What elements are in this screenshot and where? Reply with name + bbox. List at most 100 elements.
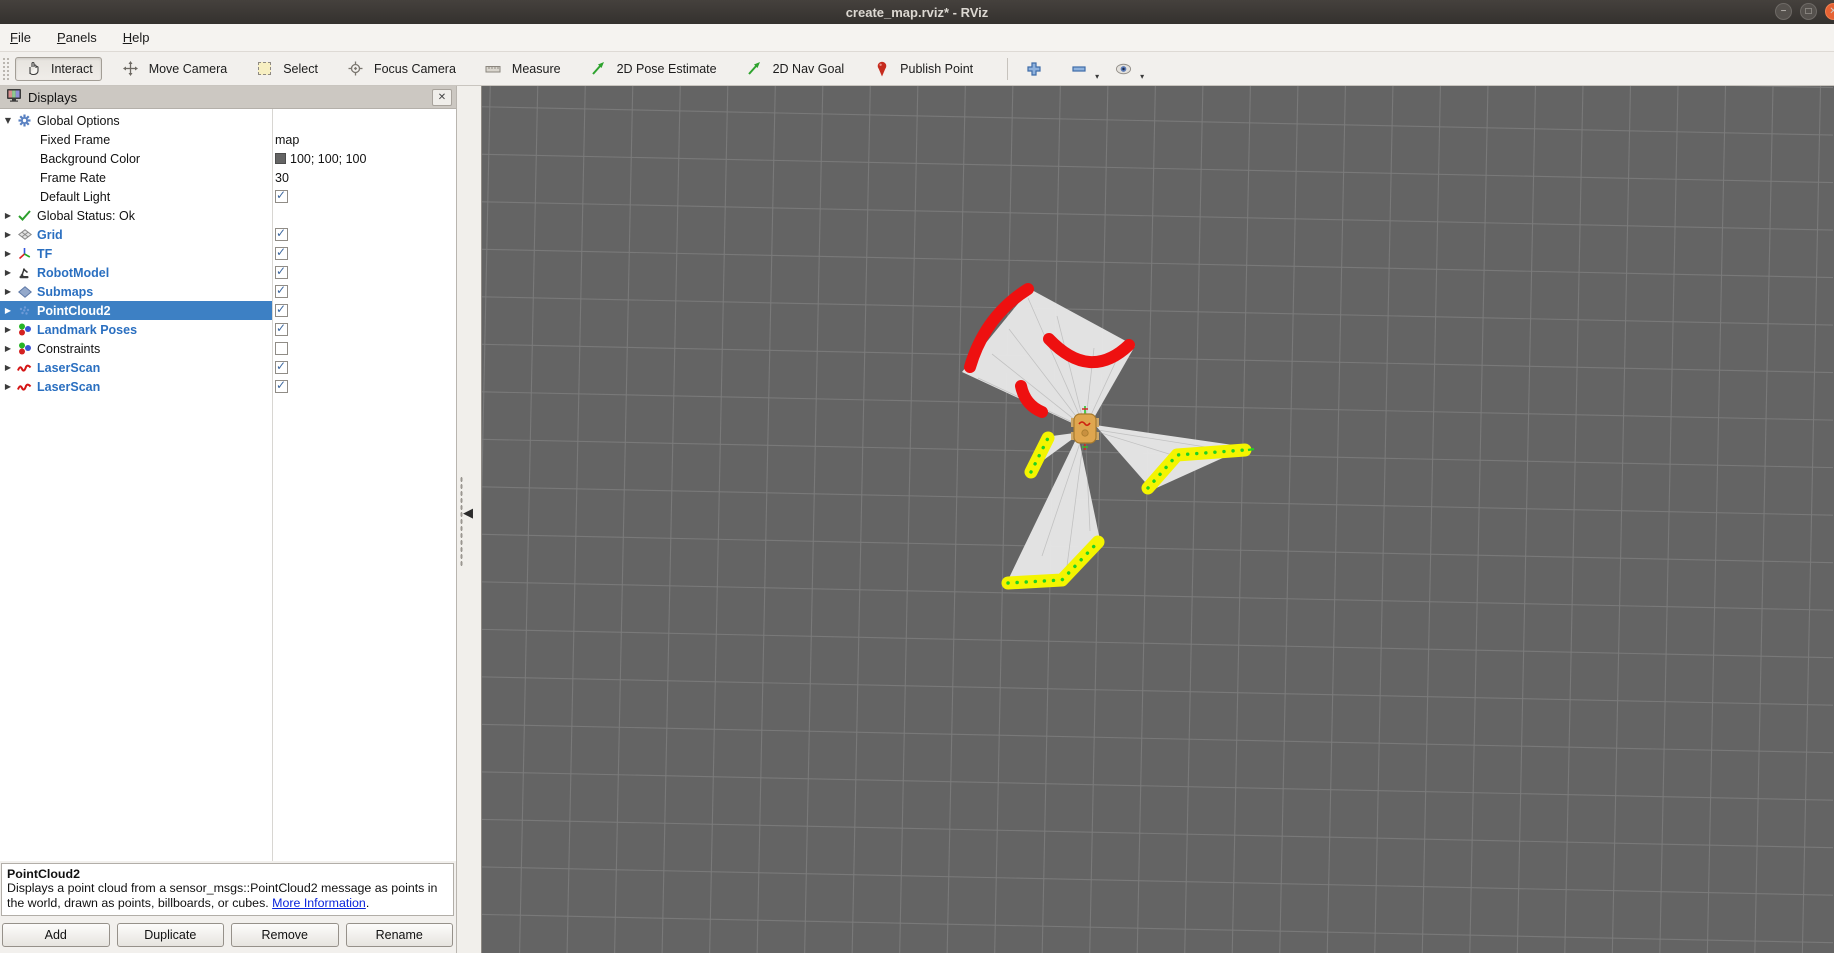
points-icon: [16, 304, 33, 317]
add-tool-button[interactable]: [1018, 58, 1053, 79]
remove-tool-button[interactable]: ▾: [1063, 58, 1098, 79]
tool-interact-button[interactable]: Interact: [15, 57, 102, 81]
row-frame-rate[interactable]: Frame Rate 30: [0, 168, 456, 187]
add-button[interactable]: Add: [2, 923, 110, 947]
fixed-frame-value[interactable]: map: [272, 130, 456, 149]
expand-arrow-icon[interactable]: ▶: [0, 363, 16, 372]
more-information-link[interactable]: More Information: [272, 896, 366, 910]
move-arrows-icon: [122, 62, 139, 75]
expand-arrow-icon[interactable]: ▶: [0, 344, 16, 353]
collapse-expander-icon[interactable]: ▼: [0, 116, 16, 125]
menu-panels[interactable]: Panels: [57, 30, 97, 45]
visibility-checkbox[interactable]: [275, 361, 288, 374]
tool-move-camera-button[interactable]: Move Camera: [113, 57, 237, 81]
visibility-checkbox[interactable]: [275, 323, 288, 336]
frame-rate-value[interactable]: 30: [272, 168, 456, 187]
expand-arrow-icon[interactable]: ▶: [0, 249, 16, 258]
tool-publish-point-button[interactable]: Publish Point: [864, 57, 982, 81]
expand-arrow-icon[interactable]: ▶: [0, 325, 16, 334]
tool-label: Focus Camera: [374, 62, 456, 76]
row-constraints[interactable]: ▶ Constraints: [0, 339, 456, 358]
tool-label: Measure: [512, 62, 561, 76]
duplicate-button[interactable]: Duplicate: [117, 923, 225, 947]
eye-icon: [1115, 62, 1132, 75]
displays-panel-header[interactable]: Displays ✕: [0, 86, 456, 109]
row-grid[interactable]: ▶ Grid: [0, 225, 456, 244]
visibility-checkbox[interactable]: [275, 266, 288, 279]
displays-panel: Displays ✕ ▼ Global Options: [0, 86, 457, 953]
close-icon[interactable]: ✕: [1825, 3, 1834, 20]
visibility-checkbox[interactable]: [275, 285, 288, 298]
background-color-value[interactable]: 100; 100; 100: [272, 149, 456, 168]
axes-icon: [16, 247, 33, 260]
displays-tree: ▼ Global Options Fixed Frame: [0, 109, 456, 861]
row-laserscan-2[interactable]: ▶ LaserScan: [0, 377, 456, 396]
property-name: Frame Rate: [40, 171, 106, 185]
expand-arrow-icon[interactable]: ▶: [0, 382, 16, 391]
grid-icon: [16, 228, 33, 241]
display-name: Landmark Poses: [37, 323, 137, 337]
column-divider[interactable]: [272, 109, 273, 861]
visibility-checkbox[interactable]: [275, 304, 288, 317]
green-arrow-icon: [590, 62, 607, 75]
spheres-icon: [16, 342, 33, 355]
tool-focus-camera-button[interactable]: Focus Camera: [338, 57, 465, 81]
minimize-icon[interactable]: −: [1775, 3, 1792, 20]
display-name: Submaps: [37, 285, 93, 299]
green-arrow-icon: [746, 62, 763, 75]
splitter-handle[interactable]: [460, 476, 463, 566]
tool-visibility-button[interactable]: ▾: [1108, 58, 1143, 79]
display-description: PointCloud2 Displays a point cloud from …: [1, 863, 454, 917]
check-icon: [16, 209, 33, 222]
tool-measure-button[interactable]: Measure: [476, 57, 570, 81]
row-submaps[interactable]: ▶ Submaps: [0, 282, 456, 301]
scene-canvas[interactable]: [482, 86, 1833, 953]
row-laserscan-1[interactable]: ▶ LaserScan: [0, 358, 456, 377]
row-pointcloud2[interactable]: ▶ PointCloud2: [0, 301, 456, 320]
menu-help[interactable]: Help: [123, 30, 150, 45]
property-name: Background Color: [40, 152, 140, 166]
description-text: Displays a point cloud from a sensor_msg…: [7, 881, 437, 910]
menu-file[interactable]: File: [10, 30, 31, 45]
window-title: create_map.rviz* - RViz: [846, 5, 989, 20]
chevron-down-icon: ▾: [1140, 72, 1144, 81]
maximize-icon[interactable]: □: [1800, 3, 1817, 20]
expand-arrow-icon[interactable]: ▶: [0, 306, 16, 315]
minus-icon: [1070, 62, 1087, 75]
description-title: PointCloud2: [7, 867, 447, 882]
expand-arrow-icon[interactable]: ▶: [0, 268, 16, 277]
rename-button[interactable]: Rename: [346, 923, 454, 947]
selection-box-icon: [256, 62, 273, 75]
remove-button[interactable]: Remove: [231, 923, 339, 947]
visibility-checkbox[interactable]: [275, 228, 288, 241]
visibility-checkbox[interactable]: [275, 380, 288, 393]
expand-arrow-icon[interactable]: ▶: [0, 211, 16, 220]
tool-nav-goal-button[interactable]: 2D Nav Goal: [737, 57, 854, 81]
expand-arrow-icon[interactable]: ▶: [0, 287, 16, 296]
row-landmark-poses[interactable]: ▶ Landmark Poses: [0, 320, 456, 339]
toolbar-drag-handle[interactable]: [2, 57, 9, 81]
3d-viewport[interactable]: [482, 86, 1834, 953]
visibility-checkbox[interactable]: [275, 342, 288, 355]
row-default-light[interactable]: Default Light: [0, 187, 456, 206]
ruler-icon: [485, 62, 502, 75]
display-actions: Add Duplicate Remove Rename: [0, 919, 456, 953]
diamond-icon: [16, 285, 33, 298]
spheres-icon: [16, 323, 33, 336]
tool-select-button[interactable]: Select: [247, 57, 327, 81]
property-name: Default Light: [40, 190, 110, 204]
panel-close-icon[interactable]: ✕: [432, 89, 452, 106]
row-fixed-frame[interactable]: Fixed Frame map: [0, 130, 456, 149]
collapse-panel-icon[interactable]: ◀: [463, 506, 473, 521]
row-background-color[interactable]: Background Color 100; 100; 100: [0, 149, 456, 168]
default-light-checkbox[interactable]: [275, 190, 288, 203]
tool-pose-estimate-button[interactable]: 2D Pose Estimate: [581, 57, 726, 81]
property-name: Fixed Frame: [40, 133, 110, 147]
visibility-checkbox[interactable]: [275, 247, 288, 260]
panel-splitter[interactable]: ◀: [457, 86, 482, 953]
row-global-status[interactable]: ▶ Global Status: Ok: [0, 206, 456, 225]
row-tf[interactable]: ▶ TF: [0, 244, 456, 263]
row-global-options[interactable]: ▼ Global Options: [0, 111, 456, 130]
expand-arrow-icon[interactable]: ▶: [0, 230, 16, 239]
row-robot-model[interactable]: ▶ RobotModel: [0, 263, 456, 282]
